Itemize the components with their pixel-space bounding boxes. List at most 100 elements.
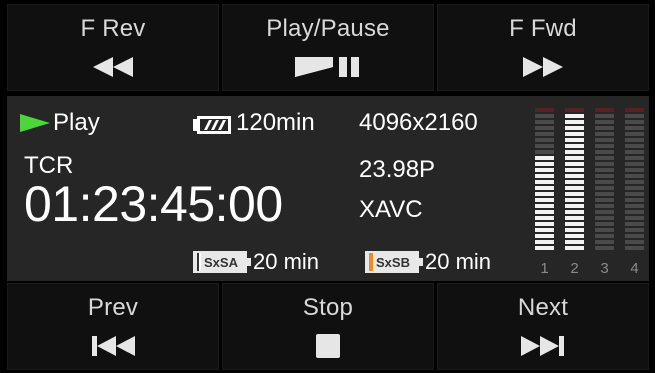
meter-segment [595, 204, 614, 208]
battery-icon [192, 115, 232, 140]
codec: XAVC [359, 196, 423, 223]
meter-segment [625, 216, 644, 220]
card-a-remaining: 20 min [253, 249, 320, 274]
meter-channel-4 [625, 108, 644, 254]
fast-rewind-button[interactable]: F Rev [7, 4, 219, 91]
meter-segment [595, 132, 614, 136]
meter-segment [595, 228, 614, 232]
meter-segment [625, 108, 644, 112]
meter-segment [625, 222, 644, 226]
meter-segment [625, 192, 644, 196]
meter-segment [535, 138, 554, 142]
meter-segment [625, 162, 644, 166]
meter-segment [535, 204, 554, 208]
fast-forward-icon [521, 53, 565, 81]
meter-segment [535, 186, 554, 190]
next-button[interactable]: Next [437, 283, 649, 370]
meter-segment [565, 132, 584, 136]
meter-segment [565, 114, 584, 118]
meter-segment [565, 156, 584, 160]
meter-segment [625, 168, 644, 172]
play-pause-label: Play/Pause [266, 15, 390, 42]
previous-label: Prev [87, 294, 139, 321]
meter-segment [625, 240, 644, 244]
meter-segment [535, 228, 554, 232]
meter-segment [595, 180, 614, 184]
meter-segment [565, 186, 584, 190]
stop-icon [315, 332, 341, 360]
meter-segment [535, 192, 554, 196]
meter-segment [535, 120, 554, 124]
play-pause-button[interactable]: Play/Pause [222, 4, 434, 91]
meter-segment [595, 162, 614, 166]
meter-segment [595, 192, 614, 196]
card-slot-b: SxSB 20 min [365, 249, 491, 275]
timecode: 01:23:45:00 [24, 176, 283, 232]
meter-segment [565, 216, 584, 220]
meter-segment [535, 246, 554, 250]
meter-segment [565, 204, 584, 208]
meter-channel-label: 3 [600, 260, 609, 277]
meter-segment [535, 234, 554, 238]
meter-segment [595, 120, 614, 124]
frame-rate: 23.98P [359, 156, 436, 183]
meter-segment [535, 222, 554, 226]
meter-segment [565, 222, 584, 226]
meter-segment [595, 210, 614, 214]
meter-segment [565, 150, 584, 154]
meter-channel-2 [565, 108, 584, 254]
meter-segment [565, 210, 584, 214]
meter-channel-label: 4 [630, 260, 639, 277]
stop-button[interactable]: Stop [222, 283, 434, 370]
meter-segment [595, 246, 614, 250]
meter-segment [565, 234, 584, 238]
fast-rewind-label: F Rev [80, 15, 146, 42]
meter-segment [535, 150, 554, 154]
meter-segment [625, 126, 644, 130]
meter-segment [595, 114, 614, 118]
status-panel: Play 120min 4096x2160 TCR 01:23:45:00 23… [7, 96, 649, 281]
meter-segment [565, 162, 584, 166]
battery-time: 120min [236, 109, 315, 136]
meter-segment [535, 174, 554, 178]
meter-segment [565, 174, 584, 178]
meter-segment [535, 210, 554, 214]
meter-segment [565, 126, 584, 130]
top-control-row: F Rev Play/Pause F Fwd [7, 4, 649, 91]
meter-segment [625, 186, 644, 190]
previous-button[interactable]: Prev [7, 283, 219, 370]
meter-segment [625, 210, 644, 214]
meter-segment [595, 186, 614, 190]
meter-segment [625, 132, 644, 136]
fast-forward-button[interactable]: F Fwd [437, 4, 649, 91]
meter-segment [535, 132, 554, 136]
meter-segment [565, 108, 584, 112]
meter-segment [565, 192, 584, 196]
meter-segment [535, 162, 554, 166]
meter-segment [595, 168, 614, 172]
meter-segment [595, 156, 614, 160]
meter-segment [565, 198, 584, 202]
meter-segment [625, 174, 644, 178]
meter-segment [565, 120, 584, 124]
meter-channel-3 [595, 108, 614, 254]
meter-segment [535, 114, 554, 118]
meter-segment [565, 138, 584, 142]
meter-segment [625, 150, 644, 154]
meter-segment [595, 150, 614, 154]
meter-segment [625, 138, 644, 142]
meter-segment [595, 240, 614, 244]
meter-segment [595, 126, 614, 130]
meter-segment [595, 138, 614, 142]
meter-segment [625, 234, 644, 238]
card-a-label: SxSA [204, 254, 238, 270]
meter-segment [565, 144, 584, 148]
meter-segment [535, 144, 554, 148]
meter-segment [535, 156, 554, 160]
skip-previous-icon [90, 332, 136, 360]
meter-segment [625, 156, 644, 160]
meter-segment [625, 198, 644, 202]
meter-segment [595, 144, 614, 148]
meter-segment [565, 168, 584, 172]
meter-segment [535, 216, 554, 220]
